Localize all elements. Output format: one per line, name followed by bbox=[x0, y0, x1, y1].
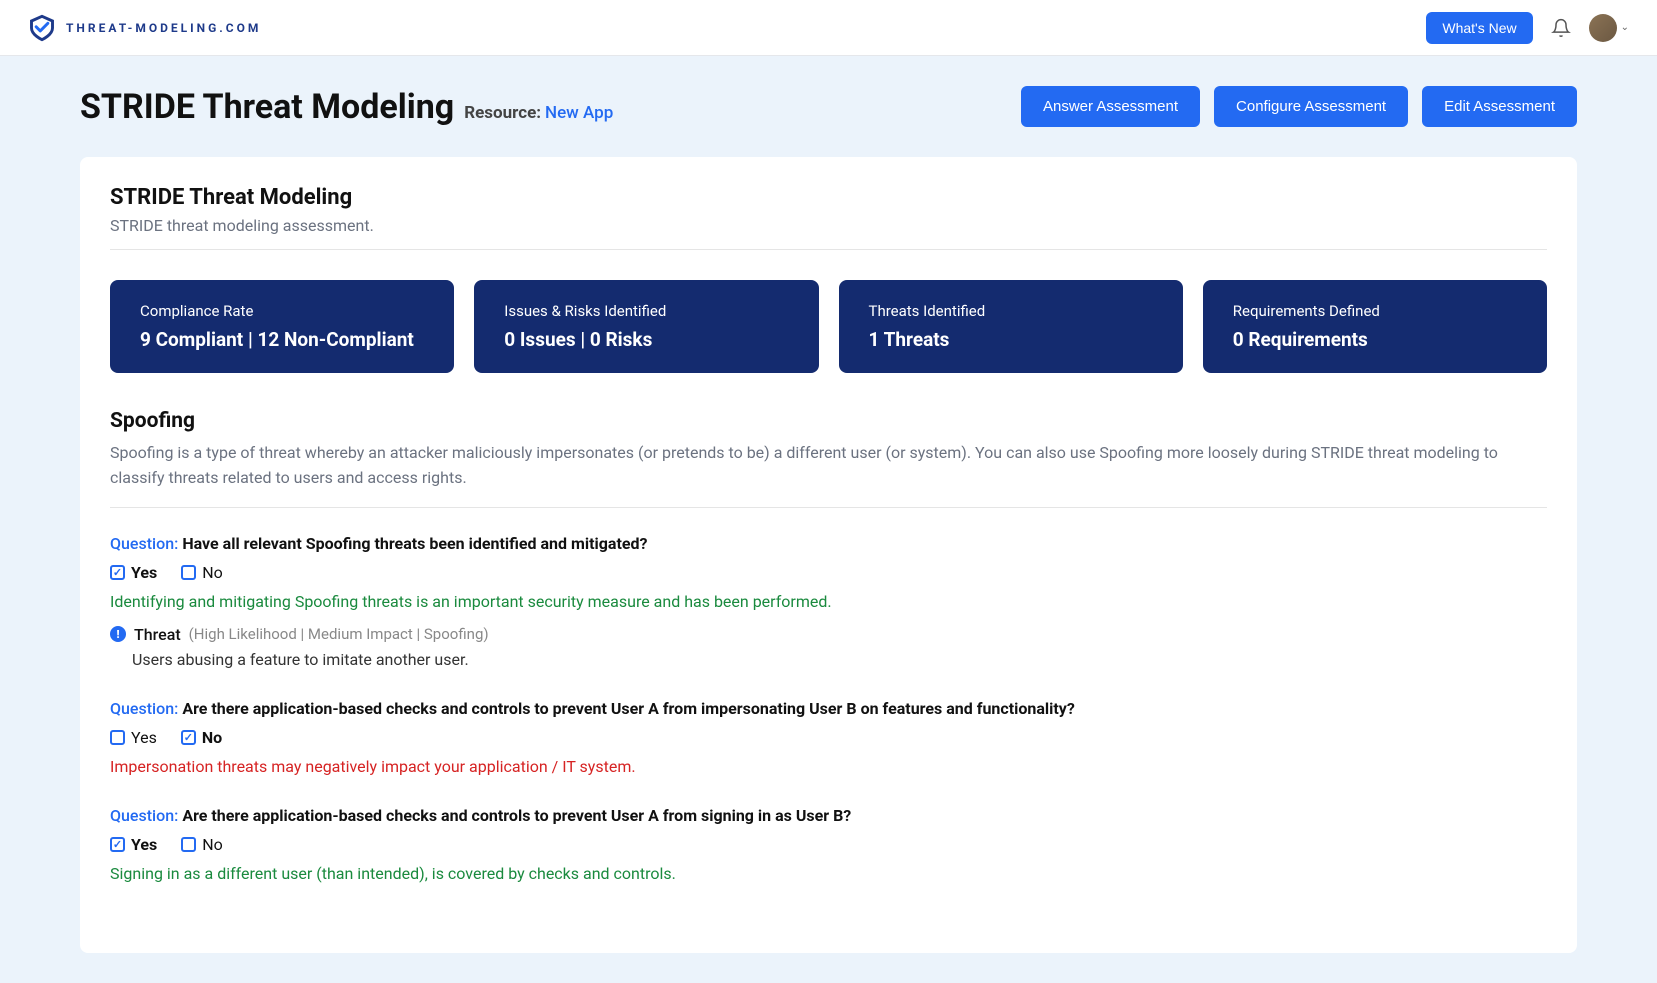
answer-no[interactable]: No bbox=[181, 563, 223, 582]
stat-threats: Threats Identified 1 Threats bbox=[839, 280, 1183, 373]
answer-yes[interactable]: Yes bbox=[110, 563, 157, 582]
answer-yes[interactable]: Yes bbox=[110, 728, 157, 747]
shield-logo-icon bbox=[28, 14, 56, 42]
stat-value: 9 Compliant | 12 Non-Compliant bbox=[140, 328, 424, 351]
checkbox-unchecked-icon bbox=[181, 837, 196, 852]
page-content: STRIDE Threat Modeling Resource: New App… bbox=[0, 56, 1657, 983]
answer-row: Yes No bbox=[110, 835, 1547, 854]
stat-compliance: Compliance Rate 9 Compliant | 12 Non-Com… bbox=[110, 280, 454, 373]
feedback-positive: Identifying and mitigating Spoofing thre… bbox=[110, 592, 1547, 611]
checkbox-checked-icon bbox=[110, 837, 125, 852]
question-block: Question: Are there application-based ch… bbox=[110, 699, 1547, 776]
answer-row: Yes No bbox=[110, 563, 1547, 582]
question-text: Are there application-based checks and c… bbox=[182, 806, 851, 825]
question-line: Question: Are there application-based ch… bbox=[110, 699, 1547, 718]
section-title: Spoofing bbox=[110, 409, 1547, 433]
user-menu[interactable]: ⌄ bbox=[1589, 14, 1629, 42]
stat-label: Threats Identified bbox=[869, 302, 1153, 320]
question-block: Question: Are there application-based ch… bbox=[110, 806, 1547, 883]
notification-bell-icon[interactable] bbox=[1551, 18, 1571, 38]
question-line: Question: Are there application-based ch… bbox=[110, 806, 1547, 825]
page-title-wrap: STRIDE Threat Modeling Resource: New App bbox=[80, 87, 613, 127]
feedback-positive: Signing in as a different user (than int… bbox=[110, 864, 1547, 883]
stat-label: Issues & Risks Identified bbox=[504, 302, 788, 320]
answer-no[interactable]: No bbox=[181, 728, 222, 747]
answer-assessment-button[interactable]: Answer Assessment bbox=[1021, 86, 1200, 127]
topbar-right: What's New ⌄ bbox=[1426, 12, 1629, 44]
stat-value: 0 Issues | 0 Risks bbox=[504, 328, 788, 351]
checkbox-unchecked-icon bbox=[181, 565, 196, 580]
section-description: Spoofing is a type of threat whereby an … bbox=[110, 441, 1547, 508]
topbar: THREAT-MODELING.COM What's New ⌄ bbox=[0, 0, 1657, 56]
answer-label: Yes bbox=[131, 835, 157, 854]
question-line: Question: Have all relevant Spoofing thr… bbox=[110, 534, 1547, 553]
page-header: STRIDE Threat Modeling Resource: New App… bbox=[80, 86, 1577, 127]
stat-label: Compliance Rate bbox=[140, 302, 424, 320]
answer-label: Yes bbox=[131, 728, 157, 747]
card-title: STRIDE Threat Modeling bbox=[110, 185, 1547, 210]
stat-issues: Issues & Risks Identified 0 Issues | 0 R… bbox=[474, 280, 818, 373]
checkbox-checked-icon bbox=[110, 565, 125, 580]
brand-text: THREAT-MODELING.COM bbox=[66, 21, 261, 35]
stat-label: Requirements Defined bbox=[1233, 302, 1517, 320]
resource-link[interactable]: New App bbox=[545, 103, 613, 123]
stat-value: 1 Threats bbox=[869, 328, 1153, 351]
info-icon: ! bbox=[110, 626, 126, 642]
feedback-negative: Impersonation threats may negatively imp… bbox=[110, 757, 1547, 776]
chevron-down-icon: ⌄ bbox=[1621, 22, 1629, 33]
question-text: Are there application-based checks and c… bbox=[182, 699, 1075, 718]
avatar bbox=[1589, 14, 1617, 42]
card-subtitle: STRIDE threat modeling assessment. bbox=[110, 216, 1547, 250]
assessment-card: STRIDE Threat Modeling STRIDE threat mod… bbox=[80, 157, 1577, 953]
header-actions: Answer Assessment Configure Assessment E… bbox=[1021, 86, 1577, 127]
threat-line: ! Threat (High Likelihood | Medium Impac… bbox=[110, 625, 1547, 644]
checkbox-unchecked-icon bbox=[110, 730, 125, 745]
stat-requirements: Requirements Defined 0 Requirements bbox=[1203, 280, 1547, 373]
answer-no[interactable]: No bbox=[181, 835, 223, 854]
answer-row: Yes No bbox=[110, 728, 1547, 747]
answer-label: Yes bbox=[131, 563, 157, 582]
question-prefix: Question: bbox=[110, 699, 178, 718]
answer-label: No bbox=[202, 728, 222, 747]
threat-label: Threat bbox=[134, 625, 181, 644]
whats-new-button[interactable]: What's New bbox=[1426, 12, 1532, 44]
configure-assessment-button[interactable]: Configure Assessment bbox=[1214, 86, 1408, 127]
resource-label: Resource: bbox=[464, 103, 541, 123]
stat-value: 0 Requirements bbox=[1233, 328, 1517, 351]
edit-assessment-button[interactable]: Edit Assessment bbox=[1422, 86, 1577, 127]
checkbox-checked-icon bbox=[181, 730, 196, 745]
question-prefix: Question: bbox=[110, 806, 178, 825]
threat-description: Users abusing a feature to imitate anoth… bbox=[110, 650, 1547, 669]
question-prefix: Question: bbox=[110, 534, 178, 553]
stats-row: Compliance Rate 9 Compliant | 12 Non-Com… bbox=[110, 280, 1547, 373]
answer-label: No bbox=[202, 835, 223, 854]
answer-yes[interactable]: Yes bbox=[110, 835, 157, 854]
brand[interactable]: THREAT-MODELING.COM bbox=[28, 14, 261, 42]
threat-meta: (High Likelihood | Medium Impact | Spoof… bbox=[189, 625, 489, 643]
page-title: STRIDE Threat Modeling bbox=[80, 87, 454, 127]
question-block: Question: Have all relevant Spoofing thr… bbox=[110, 534, 1547, 669]
question-text: Have all relevant Spoofing threats been … bbox=[182, 534, 647, 553]
answer-label: No bbox=[202, 563, 223, 582]
